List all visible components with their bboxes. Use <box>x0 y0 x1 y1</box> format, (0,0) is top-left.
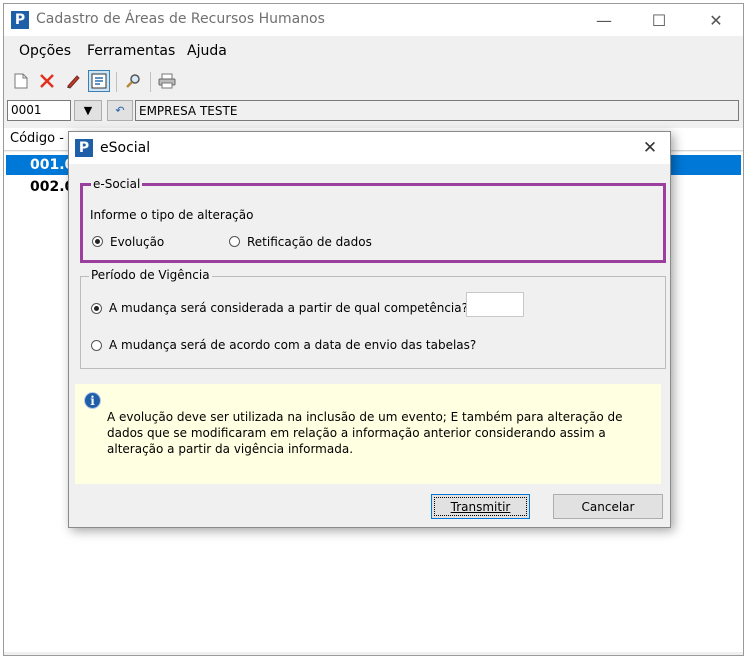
menu-ajuda[interactable]: Ajuda <box>187 43 227 59</box>
menu-opcoes[interactable]: Opções <box>19 43 71 59</box>
edit-pencil-icon[interactable] <box>62 70 84 92</box>
dropdown-button[interactable]: ▼ <box>74 100 102 121</box>
cancel-button-label: Cancelar <box>581 499 635 514</box>
competencia-input[interactable] <box>466 292 524 317</box>
esocial-group: e-Social Informe o tipo de alteração Evo… <box>80 177 666 263</box>
vigencia-group-legend: Período de Vigência <box>89 268 212 282</box>
radio-competencia[interactable] <box>91 303 102 314</box>
app-logo-icon: P <box>11 11 29 29</box>
radio-evolucao[interactable] <box>92 236 103 247</box>
dialog-logo-icon: P <box>75 139 93 157</box>
undo-arrow-icon: ↶ <box>115 104 125 117</box>
info-text: A evolução deve ser utilizada na inclusã… <box>107 410 623 456</box>
toolbar <box>4 68 743 96</box>
info-box: i A evolução deve ser utilizada na inclu… <box>75 384 661 484</box>
cancel-button[interactable]: Cancelar <box>553 494 663 519</box>
minimize-button[interactable]: — <box>581 4 627 36</box>
dialog-title: eSocial <box>100 140 151 156</box>
new-document-icon[interactable] <box>10 70 32 92</box>
toolbar-separator <box>150 72 151 92</box>
code-bar: 0001 ▼ ↶ EMPRESA TESTE <box>4 100 743 122</box>
change-type-prompt: Informe o tipo de alteração <box>90 208 254 222</box>
transmit-button[interactable]: Transmitir <box>431 494 530 519</box>
window-title: Cadastro de Áreas de Recursos Humanos <box>36 11 325 27</box>
menu-ferramentas[interactable]: Ferramentas <box>87 43 175 59</box>
main-titlebar: P Cadastro de Áreas de Recursos Humanos … <box>4 4 743 36</box>
print-icon[interactable] <box>156 70 178 92</box>
radio-data-envio[interactable] <box>91 340 102 351</box>
chevron-down-icon: ▼ <box>83 104 93 117</box>
radio-evolucao-label[interactable]: Evolução <box>110 235 164 249</box>
esocial-dialog: P eSocial ✕ e-Social Informe o tipo de a… <box>68 131 671 528</box>
info-icon: i <box>84 392 101 409</box>
radio-retificacao[interactable] <box>229 236 240 247</box>
close-button[interactable]: ✕ <box>693 4 739 36</box>
esocial-group-legend: e-Social <box>91 177 143 191</box>
maximize-button[interactable]: ☐ <box>636 4 682 36</box>
radio-data-envio-label[interactable]: A mudança será de acordo com a data de e… <box>109 338 476 352</box>
vigencia-group: Período de Vigência A mudança será consi… <box>80 268 666 369</box>
search-icon[interactable] <box>122 70 144 92</box>
select-record-icon[interactable] <box>88 70 110 92</box>
dialog-titlebar: P eSocial ✕ <box>69 132 670 164</box>
company-name-field: EMPRESA TESTE <box>135 100 739 121</box>
transmit-button-label: Transmitir <box>450 499 511 514</box>
undo-button[interactable]: ↶ <box>107 100 133 121</box>
menu-bar: Opções Ferramentas Ajuda <box>4 40 743 62</box>
column-header-codigo[interactable]: Código - <box>10 131 64 146</box>
company-code-input[interactable]: 0001 <box>7 100 71 121</box>
toolbar-separator <box>116 72 117 92</box>
radio-retificacao-label[interactable]: Retificação de dados <box>247 235 372 249</box>
dialog-close-button[interactable]: ✕ <box>630 132 670 164</box>
radio-competencia-label[interactable]: A mudança será considerada a partir de q… <box>109 301 468 315</box>
delete-icon[interactable] <box>36 70 58 92</box>
